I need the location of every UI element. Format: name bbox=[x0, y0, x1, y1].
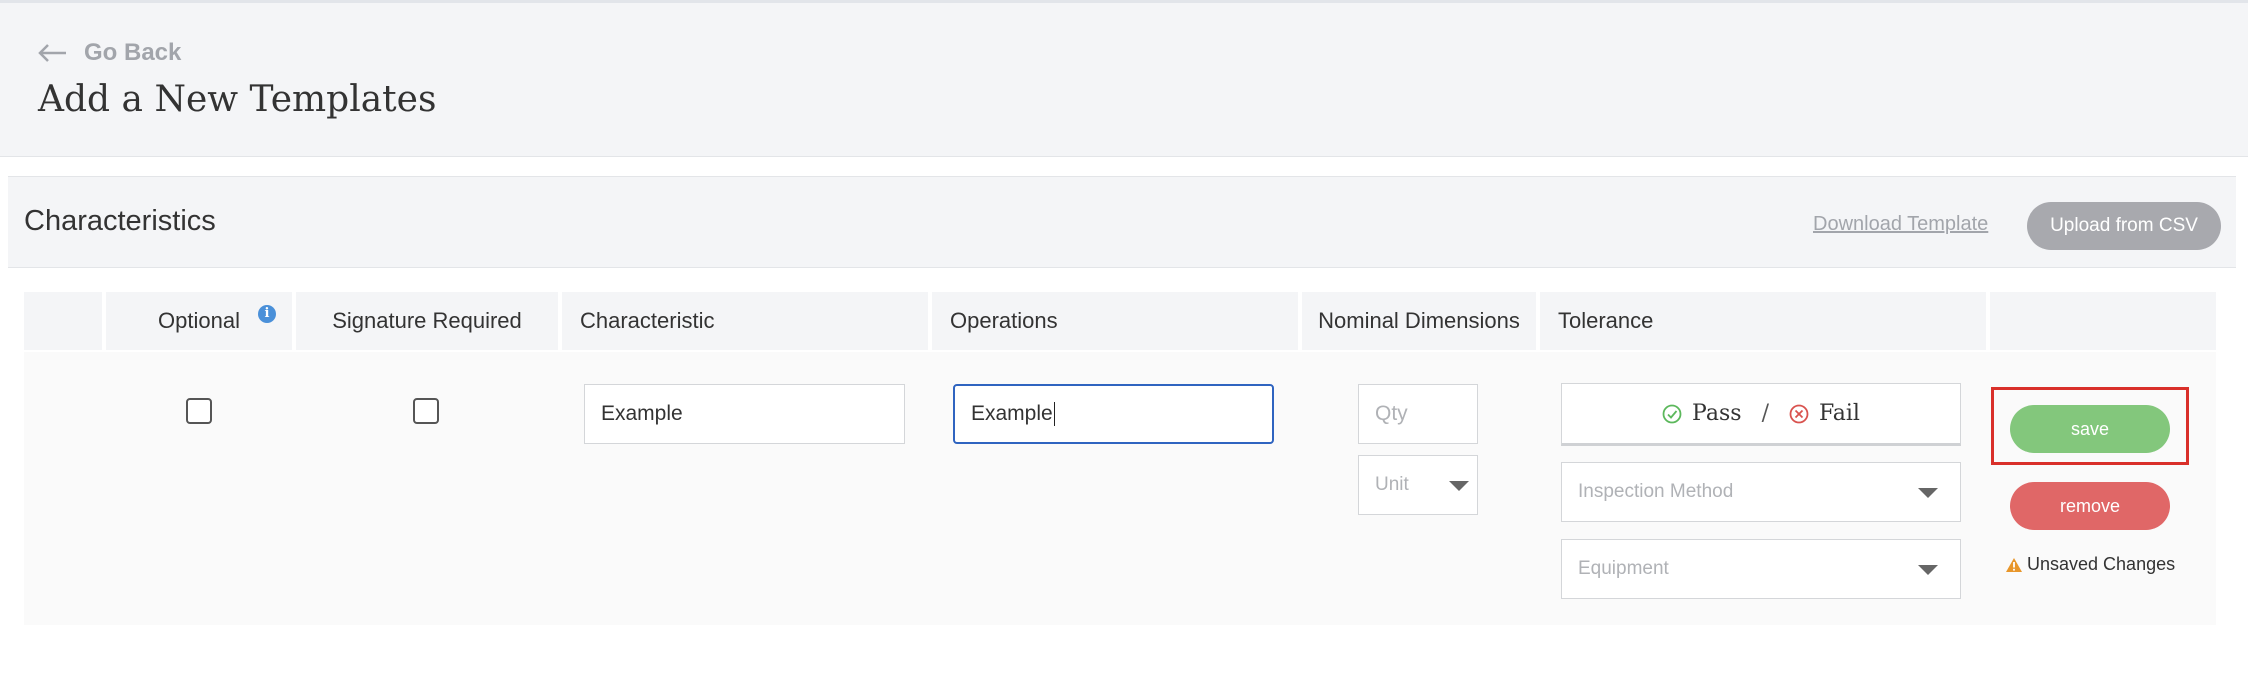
column-header-actions bbox=[1990, 292, 2216, 350]
check-circle-icon bbox=[1662, 404, 1682, 423]
save-button[interactable]: save bbox=[2010, 405, 2170, 453]
pass-label: Pass bbox=[1692, 401, 1742, 426]
characteristic-value: Example bbox=[601, 402, 683, 425]
column-label-signature: Signature Required bbox=[332, 308, 522, 333]
equipment-select[interactable]: Equipment bbox=[1561, 539, 1961, 599]
column-header-characteristic: Characteristic bbox=[562, 292, 928, 350]
equipment-placeholder: Equipment bbox=[1578, 558, 1669, 579]
chevron-down-icon bbox=[1449, 481, 1469, 491]
column-label-operations: Operations bbox=[950, 308, 1058, 333]
x-circle-icon bbox=[1789, 404, 1809, 423]
unsaved-changes-notice: Unsaved Changes bbox=[2005, 554, 2175, 575]
column-header-operations: Operations bbox=[932, 292, 1298, 350]
header-spacer bbox=[24, 292, 102, 350]
download-template-link[interactable]: Download Template bbox=[1813, 213, 1988, 236]
pass-fail-separator: / bbox=[1761, 401, 1769, 426]
characteristic-input[interactable]: Example bbox=[584, 384, 905, 444]
remove-button[interactable]: remove bbox=[2010, 482, 2170, 530]
column-label-nominal: Nominal Dimensions bbox=[1318, 308, 1520, 333]
operations-input[interactable]: Example bbox=[953, 384, 1274, 444]
warning-icon bbox=[2006, 557, 2022, 572]
page-header: Go Back Add a New Templates bbox=[0, 3, 2248, 157]
chevron-down-icon bbox=[1918, 488, 1938, 498]
go-back-link[interactable]: Go Back bbox=[38, 39, 181, 67]
unit-placeholder: Unit bbox=[1375, 474, 1409, 495]
chevron-down-icon bbox=[1918, 565, 1938, 575]
column-label-optional: Optional bbox=[158, 308, 240, 333]
signature-required-checkbox[interactable] bbox=[413, 398, 439, 424]
qty-placeholder: Qty bbox=[1375, 402, 1408, 425]
column-header-optional: Optional i bbox=[106, 292, 292, 350]
upload-csv-button[interactable]: Upload from CSV bbox=[2027, 202, 2221, 250]
column-label-tolerance: Tolerance bbox=[1558, 308, 1654, 333]
characteristics-bar: Characteristics Download Template Upload… bbox=[8, 176, 2236, 268]
column-header-tolerance: Tolerance bbox=[1540, 292, 1986, 350]
unsaved-changes-label: Unsaved Changes bbox=[2027, 554, 2176, 574]
column-header-signature: Signature Required bbox=[296, 292, 558, 350]
section-title: Characteristics bbox=[24, 205, 216, 237]
page-title: Add a New Templates bbox=[38, 79, 437, 120]
fail-label: Fail bbox=[1818, 401, 1860, 426]
table-header: Optional i Signature Required Characteri… bbox=[24, 292, 2216, 350]
inspection-method-select[interactable]: Inspection Method bbox=[1561, 462, 1961, 522]
column-header-nominal: Nominal Dimensions bbox=[1302, 292, 1536, 350]
optional-checkbox[interactable] bbox=[186, 398, 212, 424]
operations-value: Example bbox=[971, 402, 1053, 425]
pass-fail-toggle[interactable]: Pass / Fail bbox=[1561, 383, 1961, 446]
info-icon[interactable]: i bbox=[258, 305, 276, 323]
qty-input[interactable]: Qty bbox=[1358, 384, 1478, 444]
arrow-left-icon bbox=[38, 44, 66, 62]
column-label-characteristic: Characteristic bbox=[580, 308, 715, 333]
text-caret bbox=[1053, 402, 1056, 426]
go-back-label: Go Back bbox=[84, 39, 182, 66]
unit-select[interactable]: Unit bbox=[1358, 455, 1478, 515]
inspection-method-placeholder: Inspection Method bbox=[1578, 481, 1734, 502]
